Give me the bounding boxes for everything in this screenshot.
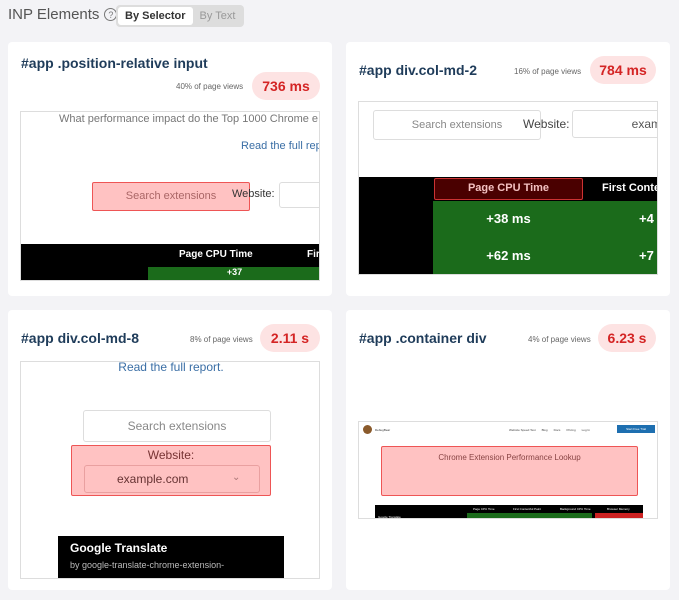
page-views-share: 8% of page views	[190, 335, 253, 344]
shot-col: Page CPU Time	[473, 507, 495, 511]
shot-table: Page CPU Time First Contentful Paint Bac…	[375, 505, 643, 519]
shot-col: First Conte	[602, 182, 658, 194]
shot-website-input: exam	[572, 110, 657, 138]
section-title: INP Elements	[8, 6, 100, 23]
shot-cell: +4	[639, 211, 654, 226]
view-toggle: By Selector By Text	[116, 5, 245, 27]
element-selector: #app div.col-md-8	[21, 330, 139, 346]
shot-cell: +37	[148, 267, 319, 280]
element-screenshot: What performance impact do the Top 1000 …	[20, 111, 320, 281]
shot-extension-row: Google Translate by google-translate-chr…	[58, 536, 284, 578]
shot-cell: +38 ms	[486, 211, 531, 226]
shot-search-input: Search extensions	[83, 410, 271, 442]
element-selector: #app .container div	[359, 330, 487, 346]
tab-by-selector[interactable]: By Selector	[118, 7, 193, 25]
inp-element-card[interactable]: #app .container div 4% of page views 6.2…	[346, 310, 670, 590]
section-header: INP Elements ?	[8, 6, 118, 23]
shot-table: Page CPU Time Fir +37	[21, 244, 320, 280]
shot-col: Page CPU Time	[179, 249, 253, 260]
shot-ext-by: by google-translate-chrome-extension-	[70, 560, 225, 570]
page-views-share: 4% of page views	[528, 335, 591, 344]
element-screenshot: Search extensions Website: exam Page CPU…	[358, 101, 658, 275]
shot-table: Page CPU Time First Conte +38 ms +4 +62 …	[359, 177, 658, 274]
shot-ext-name: Google Translate	[70, 541, 168, 555]
shot-nav-item: Website Speed Test	[509, 428, 536, 432]
shot-nav-item: Log In	[581, 428, 590, 432]
shot-cell: +62 ms	[486, 248, 531, 263]
tab-by-text[interactable]: By Text	[193, 7, 243, 25]
shot-nav: Website Speed Test Blog Docs Pricing Log…	[509, 428, 590, 432]
shot-link: Read the full rep	[241, 140, 320, 152]
chevron-down-icon: ⌄	[232, 472, 241, 483]
shot-cell: +7	[639, 248, 654, 263]
bear-logo-icon	[363, 425, 372, 434]
shot-nav-item: Pricing	[566, 428, 576, 432]
inp-value-badge: 784 ms	[590, 56, 656, 84]
shot-cta: Start Free Trial	[617, 425, 655, 433]
shot-website-label: Website:	[523, 117, 570, 131]
inp-element-card[interactable]: #app div.col-md-2 16% of page views 784 …	[346, 42, 670, 296]
shot-nav-item: Blog	[541, 428, 548, 432]
shot-row: Google Translate	[378, 515, 401, 519]
element-screenshot: DebugBear Website Speed Test Blog Docs P…	[358, 421, 658, 519]
shot-nav-item: Docs	[553, 428, 561, 432]
shot-headline: What performance impact do the Top 1000 …	[59, 113, 319, 125]
inp-value-badge: 2.11 s	[260, 324, 320, 352]
inp-element-card[interactable]: #app .position-relative input 40% of pag…	[8, 42, 332, 296]
shot-col: First Contentful Paint	[513, 507, 542, 511]
inp-value-badge: 6.23 s	[598, 324, 656, 352]
shot-col: Browser Memory	[607, 507, 630, 511]
inp-element-card[interactable]: #app div.col-md-8 8% of page views 2.11 …	[8, 310, 332, 590]
page-views-share: 40% of page views	[176, 82, 244, 91]
shot-website-label: Website:	[147, 448, 195, 462]
shot-brand: DebugBear	[375, 428, 391, 432]
element-selector: #app div.col-md-2	[359, 62, 477, 78]
highlighted-website-field: Website: example.com ⌄	[71, 445, 271, 496]
shot-search-input: Search extensions	[373, 110, 541, 140]
inp-value-badge: 736 ms	[252, 72, 320, 100]
shot-col: Fir	[307, 249, 320, 260]
shot-link: Read the full report.	[118, 361, 224, 374]
shot-headline: Chrome Extension Performance Lookup	[438, 453, 581, 462]
highlighted-container: Chrome Extension Performance Lookup	[381, 446, 638, 496]
highlighted-column-header: Page CPU Time	[434, 178, 583, 200]
element-screenshot: Read the full report. Search extensions …	[20, 361, 320, 579]
page-views-share: 16% of page views	[514, 67, 582, 76]
highlighted-search-input: Search extensions	[92, 182, 250, 211]
shot-website-input	[279, 182, 319, 208]
shot-website-label: Website:	[232, 188, 275, 200]
element-selector: #app .position-relative input	[21, 55, 208, 71]
shot-col: Background CPU Time	[560, 507, 591, 511]
